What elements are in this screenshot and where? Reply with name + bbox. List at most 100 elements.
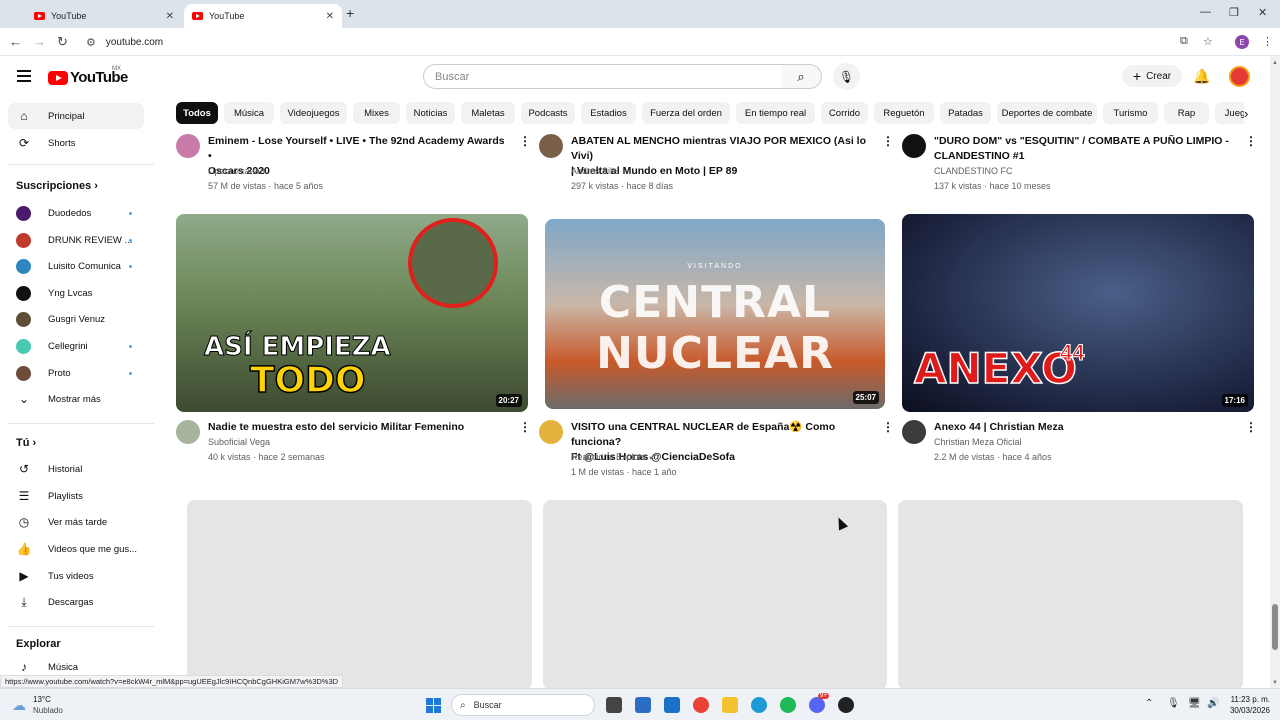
- channel-avatar[interactable]: [176, 420, 200, 444]
- sidebar-item-history[interactable]: ↺ Historial: [8, 456, 144, 482]
- video-title[interactable]: ABATEN AL MENCHO mientras VIAJO POR MEXI…: [571, 134, 881, 179]
- sidebar-subscription[interactable]: Gusgri Venuz: [8, 306, 144, 332]
- chip[interactable]: En tiempo real: [736, 102, 815, 124]
- address-bar[interactable]: ⚙ youtube.com: [82, 31, 1222, 53]
- channel-name[interactable]: Reacciona Explota ✔: [571, 452, 656, 463]
- store-icon[interactable]: [635, 697, 651, 713]
- channel-avatar[interactable]: [176, 134, 200, 158]
- chip[interactable]: Mixes: [353, 102, 400, 124]
- install-app-icon[interactable]: ⧉: [1180, 35, 1188, 48]
- close-tab-icon[interactable]: ✕: [166, 11, 174, 22]
- sidebar-subscription[interactable]: Proto: [8, 360, 144, 386]
- file-explorer-icon[interactable]: [722, 697, 738, 713]
- minimize-icon[interactable]: —: [1200, 6, 1211, 18]
- chip[interactable]: Videojuegos: [280, 102, 347, 124]
- sidebar-item-home[interactable]: ⌂ Principal: [8, 103, 144, 129]
- task-view-icon[interactable]: [606, 697, 622, 713]
- site-info-icon[interactable]: ⚙: [86, 36, 96, 49]
- new-tab-button[interactable]: +: [346, 5, 354, 21]
- chip[interactable]: Corrido: [821, 102, 868, 124]
- chip[interactable]: Patadas: [940, 102, 991, 124]
- scroll-up-icon[interactable]: ▲: [1272, 60, 1278, 66]
- channel-avatar[interactable]: [539, 420, 563, 444]
- sidebar-item-liked[interactable]: 👍 Videos que me gus...: [8, 536, 144, 562]
- restore-icon[interactable]: ❐: [1229, 6, 1239, 19]
- more-options-icon[interactable]: ⋮: [1245, 134, 1257, 148]
- system-clock[interactable]: 11:23 p. m. 30/03/2026: [1226, 694, 1270, 716]
- you-heading[interactable]: Tú ›: [16, 437, 36, 449]
- video-title[interactable]: Nadie te muestra esto del servicio Milit…: [208, 420, 508, 435]
- discord-icon[interactable]: [809, 697, 825, 713]
- chip[interactable]: Música: [224, 102, 274, 124]
- voice-search-button[interactable]: 🎙: [833, 63, 860, 90]
- search-button[interactable]: ⌕: [781, 64, 822, 89]
- chip[interactable]: Noticias: [406, 102, 455, 124]
- spotify-icon[interactable]: [780, 697, 796, 713]
- create-button[interactable]: + Crear: [1122, 65, 1182, 87]
- back-icon[interactable]: ←: [9, 34, 22, 49]
- chip[interactable]: Deportes de combate: [997, 102, 1097, 124]
- sidebar-show-more[interactable]: ⌄ Mostrar más: [8, 386, 144, 412]
- sidebar-subscription[interactable]: Duodedos: [8, 200, 144, 226]
- bookmark-star-icon[interactable]: ☆: [1203, 35, 1213, 48]
- chrome-icon[interactable]: [693, 697, 709, 713]
- volume-icon[interactable]: 🔊: [1207, 698, 1219, 709]
- menu-icon[interactable]: [17, 70, 31, 82]
- more-options-icon[interactable]: ⋮: [519, 420, 531, 434]
- edge-icon[interactable]: [751, 697, 767, 713]
- windows-start-icon[interactable]: [426, 698, 441, 713]
- outlook-icon[interactable]: [664, 697, 680, 713]
- video-title[interactable]: Anexo 44 | Christian Meza: [934, 420, 1234, 435]
- chip[interactable]: Podcasts: [521, 102, 575, 124]
- chevron-right-icon[interactable]: ›: [1244, 106, 1248, 121]
- chip[interactable]: Rap: [1164, 102, 1209, 124]
- tray-overflow-icon[interactable]: ⌃: [1145, 698, 1153, 709]
- video-thumbnail[interactable]: ANEXO 44 17:16: [902, 214, 1254, 412]
- scroll-down-icon[interactable]: ▼: [1272, 680, 1278, 686]
- account-avatar[interactable]: [1229, 66, 1250, 87]
- sidebar-subscription[interactable]: Luisito Comunica: [8, 253, 144, 279]
- chip[interactable]: Reguetón: [874, 102, 934, 124]
- sidebar-item-your-videos[interactable]: ▶ Tus videos: [8, 563, 144, 589]
- video-title[interactable]: "DURO DOM" vs "ESQUITIN" / COMBATE A PUÑ…: [934, 134, 1234, 164]
- channel-avatar[interactable]: [902, 134, 926, 158]
- sidebar-item-shorts[interactable]: ⟳ Shorts: [8, 130, 144, 156]
- channel-name[interactable]: Christian Meza Oficial: [934, 437, 1022, 447]
- cloud-icon[interactable]: ☁: [12, 697, 26, 714]
- video-thumbnail[interactable]: ASÍ EMPIEZA TODO 20:27: [176, 214, 528, 412]
- sidebar-subscription[interactable]: Yng Lvcas: [8, 280, 144, 306]
- channel-avatar[interactable]: [902, 420, 926, 444]
- more-options-icon[interactable]: ⋮: [1245, 420, 1257, 434]
- channel-avatar[interactable]: [539, 134, 563, 158]
- sidebar-item-watch-later[interactable]: ◷ Ver más tarde: [8, 509, 144, 535]
- close-tab-icon[interactable]: ✕: [326, 11, 334, 22]
- weather-description[interactable]: Nublado: [33, 706, 63, 715]
- sidebar-item-music[interactable]: ♪ Música: [8, 654, 144, 676]
- browser-menu-icon[interactable]: ⋮: [1262, 35, 1273, 48]
- more-options-icon[interactable]: ⋮: [882, 420, 894, 434]
- video-thumbnail[interactable]: VISITANDO CENTRAL NUCLEAR 25:07: [545, 219, 885, 409]
- sidebar-item-downloads[interactable]: ⤓ Descargas: [8, 589, 144, 615]
- chip[interactable]: Fuerza del orden: [642, 102, 730, 124]
- youtube-logo[interactable]: YouTube MX: [48, 66, 128, 86]
- reload-icon[interactable]: ↻: [57, 34, 68, 50]
- channel-name[interactable]: Andres Sile: [571, 166, 617, 176]
- steam-icon[interactable]: [838, 697, 854, 713]
- more-options-icon[interactable]: ⋮: [519, 134, 531, 148]
- chip[interactable]: Juegos: [1215, 102, 1244, 124]
- notifications-bell-icon[interactable]: 🔔: [1193, 68, 1210, 85]
- scrollbar-thumb[interactable]: [1272, 604, 1278, 650]
- forward-icon[interactable]: →: [33, 34, 46, 49]
- microphone-tray-icon[interactable]: 🎙: [1167, 698, 1180, 709]
- search-input[interactable]: Buscar: [423, 64, 782, 89]
- chip-todos[interactable]: Todos: [176, 102, 218, 124]
- chip[interactable]: Maletas: [461, 102, 515, 124]
- weather-temperature[interactable]: 13°C: [33, 695, 51, 704]
- taskbar-search[interactable]: ⌕ Buscar: [451, 694, 595, 716]
- more-options-icon[interactable]: ⋮: [882, 134, 894, 148]
- sidebar-item-playlists[interactable]: ☰ Playlists: [8, 483, 144, 509]
- chip[interactable]: Turismo: [1103, 102, 1158, 124]
- channel-name[interactable]: Suboficial Vega: [208, 437, 270, 447]
- browser-tab[interactable]: YouTube ✕: [26, 4, 182, 28]
- channel-name[interactable]: Просто канал: [208, 166, 265, 176]
